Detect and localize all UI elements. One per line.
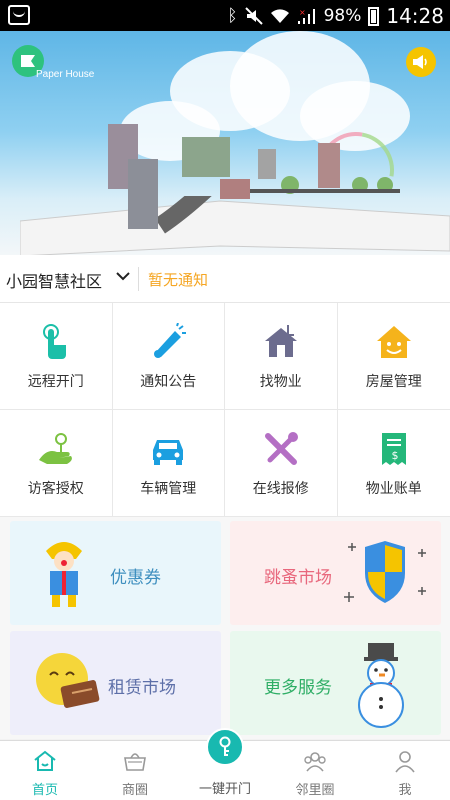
card-label: 更多服务 xyxy=(264,678,332,698)
remote-door-icon xyxy=(42,324,66,359)
tab-label: 我 xyxy=(398,783,412,798)
house-icon xyxy=(264,325,297,357)
community-name[interactable]: 小园智慧社区 xyxy=(6,268,102,292)
battery-icon xyxy=(368,6,380,26)
clock-time: 14:28 xyxy=(386,4,444,28)
service-label: 访客授权 xyxy=(27,481,84,497)
tab-label: 邻里圈 xyxy=(295,783,335,798)
service-label: 房屋管理 xyxy=(365,374,422,390)
service-notice[interactable]: 通知公告 xyxy=(112,303,225,410)
divider xyxy=(138,267,139,291)
service-visitor[interactable]: 访客授权 xyxy=(0,410,113,517)
service-label: 在线报修 xyxy=(252,481,309,497)
shield-icon xyxy=(344,541,426,603)
car-icon xyxy=(153,440,184,465)
shop-basket-icon xyxy=(124,753,146,771)
service-label: 找物业 xyxy=(259,374,302,390)
service-house-management[interactable]: 房屋管理 xyxy=(337,303,450,410)
card-label: 跳蚤市场 xyxy=(264,568,332,588)
tab-home[interactable]: 首页 xyxy=(0,741,90,800)
feature-cards: 优惠券 跳蚤市场 租赁市场 更多服务 xyxy=(0,517,450,739)
svg-text:×: × xyxy=(299,8,306,17)
mute-icon xyxy=(244,7,263,25)
notification-icon xyxy=(8,5,30,25)
service-repair[interactable]: 在线报修 xyxy=(225,410,338,517)
notice-text[interactable]: 暂无通知 xyxy=(148,269,208,290)
key-icon xyxy=(219,736,231,756)
service-remote-door[interactable]: 远程开门 xyxy=(0,303,113,410)
buildings-illustration xyxy=(108,124,400,229)
tab-label: 商圈 xyxy=(121,783,148,798)
visitor-hand-icon xyxy=(38,433,72,464)
megaphone-icon xyxy=(154,323,187,358)
card-label: 优惠券 xyxy=(110,568,161,588)
flea-market-card[interactable]: 跳蚤市场 xyxy=(230,521,441,625)
smile-house-icon xyxy=(376,326,411,358)
community-selector-row: 小园智慧社区 暂无通知 xyxy=(0,255,450,303)
services-grid: 远程开门 通知公告 找物业 房屋管理 访客授权 车辆管理 在线报修 $ 物业账单 xyxy=(0,303,450,517)
battery-percent: 98% xyxy=(323,6,362,26)
smiley-sign-icon xyxy=(36,653,100,708)
tab-label: 首页 xyxy=(31,783,58,798)
home-icon xyxy=(34,750,56,771)
card-label: 租赁市场 xyxy=(108,678,176,698)
tab-neighbors[interactable]: 邻里圈 xyxy=(270,741,360,800)
speaker-icon[interactable] xyxy=(406,47,436,77)
tab-shop[interactable]: 商圈 xyxy=(90,741,180,800)
snowman-icon xyxy=(358,643,404,728)
svg-text:$: $ xyxy=(391,449,398,462)
tab-me[interactable]: 我 xyxy=(360,741,450,800)
service-bill[interactable]: $ 物业账单 xyxy=(337,410,450,517)
tab-label: 一键开门 xyxy=(198,782,251,797)
one-key-open-button[interactable] xyxy=(206,728,244,766)
neighbors-icon xyxy=(304,752,326,772)
service-label: 物业账单 xyxy=(365,481,422,497)
service-property[interactable]: 找物业 xyxy=(225,303,338,410)
tools-icon xyxy=(264,432,298,465)
status-bar: ᛒ × 98% 14:28 xyxy=(0,0,450,31)
service-label: 车辆管理 xyxy=(140,481,197,497)
clown-gift-icon xyxy=(46,542,82,607)
bill-icon: $ xyxy=(381,433,406,465)
wifi-icon xyxy=(270,9,289,23)
more-services-card[interactable]: 更多服务 xyxy=(230,631,441,735)
chevron-down-icon[interactable] xyxy=(116,269,130,283)
service-label: 通知公告 xyxy=(140,374,197,390)
promo-banner[interactable]: Paper House xyxy=(0,31,450,255)
profile-icon xyxy=(395,751,415,773)
coupon-card[interactable]: 优惠券 xyxy=(10,521,221,625)
banner-brand: Paper House xyxy=(36,69,95,80)
service-vehicle[interactable]: 车辆管理 xyxy=(112,410,225,517)
rental-market-card[interactable]: 租赁市场 xyxy=(10,631,221,735)
service-label: 远程开门 xyxy=(27,374,84,390)
bluetooth-icon: ᛒ xyxy=(227,6,238,26)
signal-icon: × xyxy=(297,8,315,24)
